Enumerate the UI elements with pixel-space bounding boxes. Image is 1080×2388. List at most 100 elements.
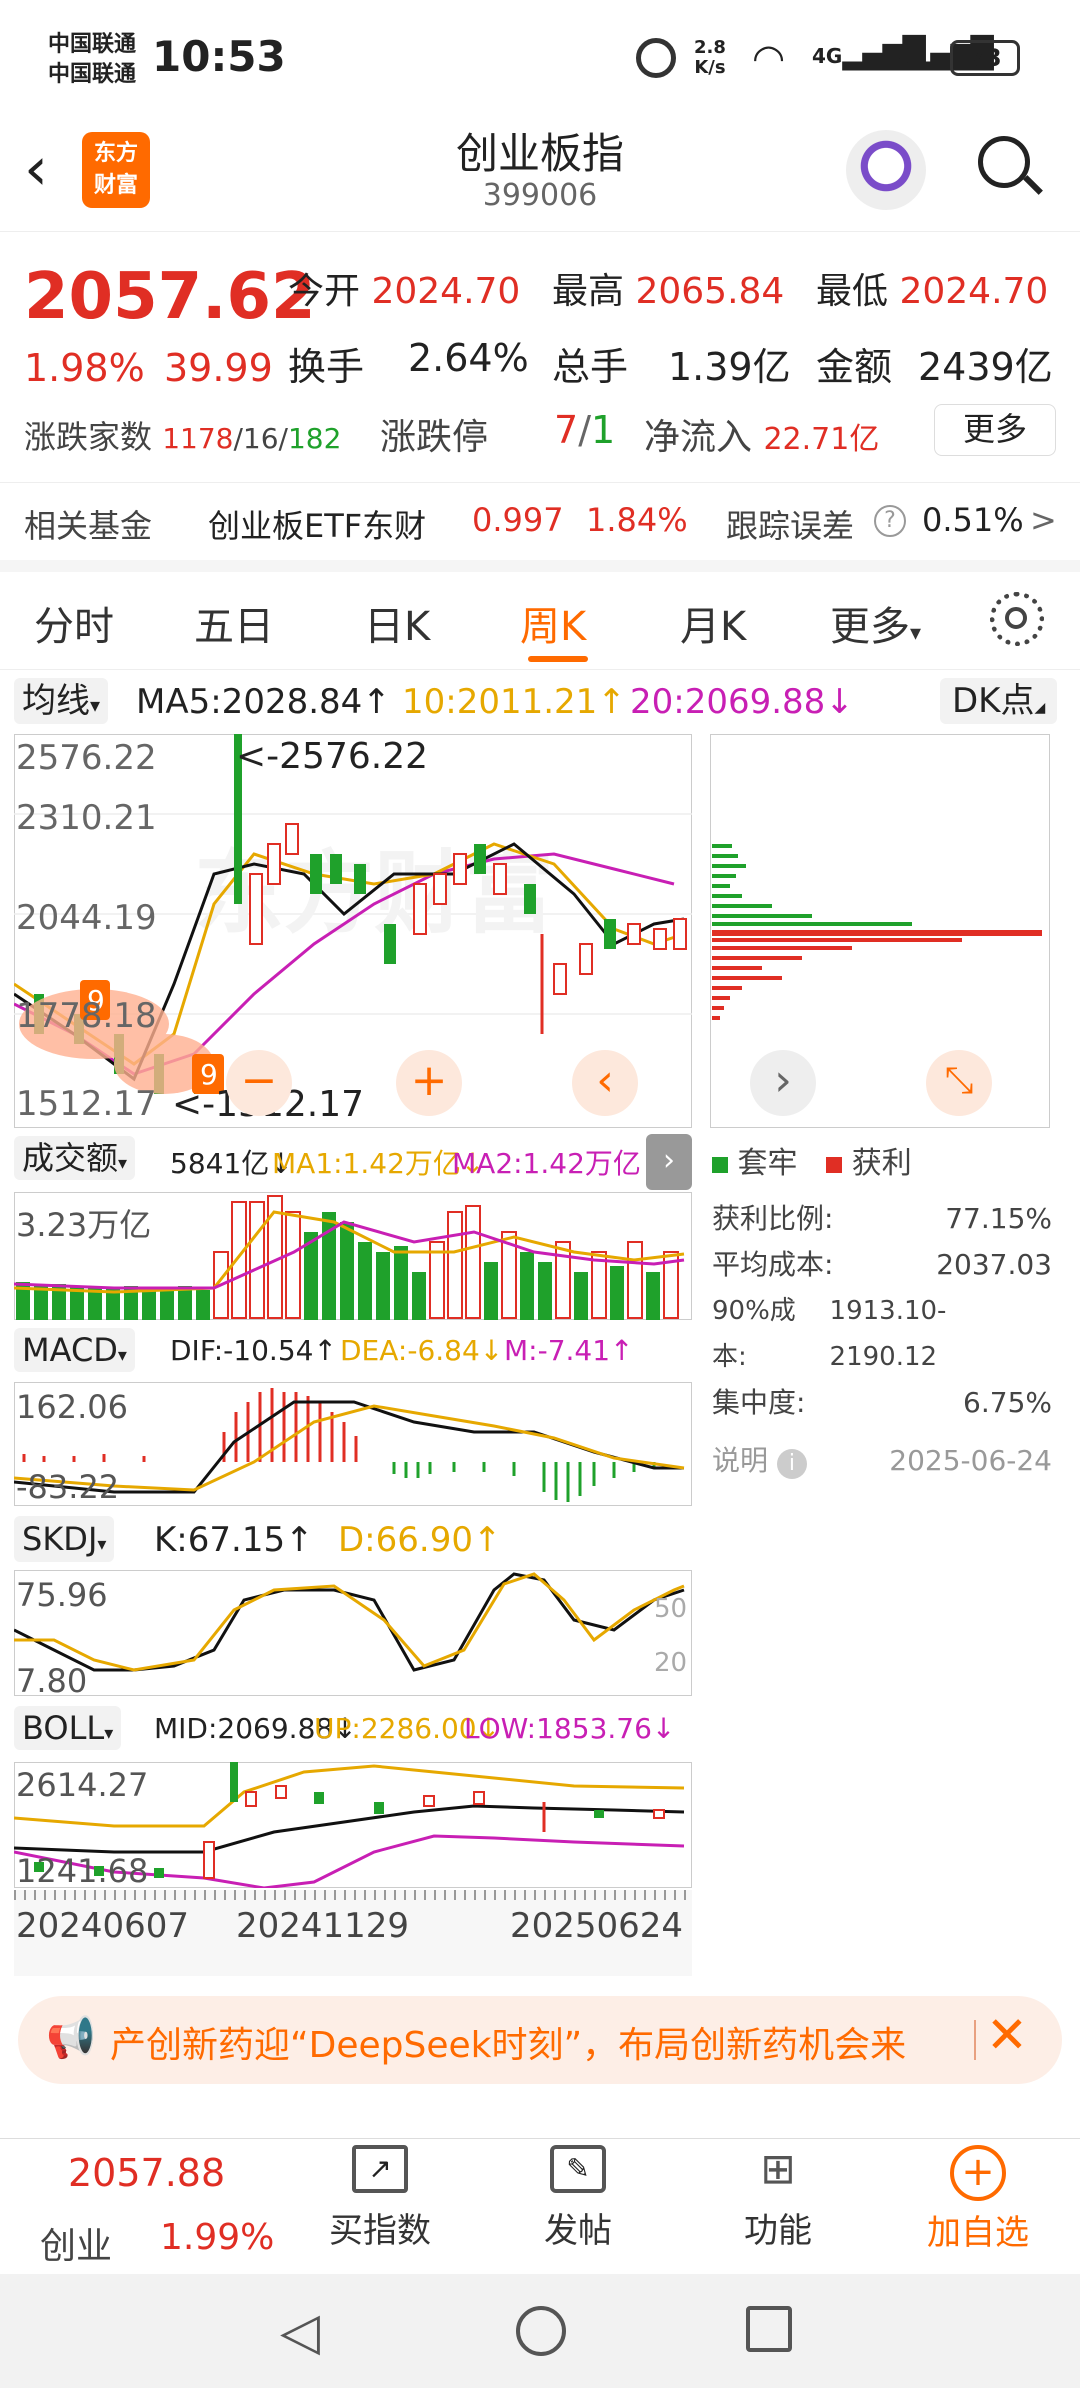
high-marker: <-2576.22 xyxy=(236,736,429,777)
tab-fenshi[interactable]: 分时 xyxy=(34,594,114,652)
y-label-4: 1778.18 xyxy=(16,996,157,1036)
volume-select[interactable]: 成交额▾ xyxy=(14,1136,136,1180)
tab-zhouk[interactable]: 周K xyxy=(520,594,586,652)
low-value: 2024.70 xyxy=(899,271,1049,312)
ma-legend: 均线▾ MA5:2028.84↑ 10:2011.21↑ 20:2069.88↓… xyxy=(0,674,1080,730)
chevron-right-icon: > xyxy=(1030,501,1057,539)
tab-more[interactable]: 更多▾ xyxy=(830,594,921,652)
amount-value: 2439亿 xyxy=(918,345,1053,389)
indicator-select[interactable]: 均线▾ xyxy=(14,678,109,724)
wifi-icon: ◠ xyxy=(752,36,786,80)
help-icon[interactable]: ? xyxy=(874,505,906,537)
change-pct: 1.98% xyxy=(24,346,145,390)
nav-recents-icon[interactable] xyxy=(746,2306,792,2352)
plus-circle-icon: + xyxy=(950,2145,1006,2201)
related-fund-row[interactable]: 相关基金 创业板ETF东财 0.997 1.84% 跟踪误差 ? 0.51% > xyxy=(0,482,1080,572)
carrier-1: 中国联通 xyxy=(48,32,137,57)
tab-active-underline xyxy=(528,656,588,662)
y-label-3: 2044.19 xyxy=(16,898,157,938)
fund-name: 创业板ETF东财 xyxy=(208,507,427,545)
bottom-toolbar: 2057.88 创业 1.99% ↗ 买指数 ✎ 发帖 ⊞ 功能 + 加自选 xyxy=(0,2138,1080,2274)
turnover-value: 2.64% xyxy=(408,336,529,380)
edit-icon: ✎ xyxy=(550,2145,606,2193)
scroll-left-button[interactable]: ‹ xyxy=(572,1050,638,1116)
skdj-svg xyxy=(14,1572,685,1672)
tracking-error: 0.51% xyxy=(922,501,1024,539)
macd-select[interactable]: MACD▾ xyxy=(14,1328,135,1372)
macd-y2: -83.22 xyxy=(16,1468,120,1506)
skdj-ref-20: 20 xyxy=(654,1648,688,1678)
adv-dec-count: 涨跌家数 1178/16/182 xyxy=(24,418,342,456)
header: ‹ 东方 财富 创业板指 399006 xyxy=(0,120,1080,232)
tab-wuri[interactable]: 五日 xyxy=(194,594,274,652)
fund-price: 0.997 xyxy=(472,501,564,539)
high-value: 2065.84 xyxy=(635,271,785,312)
robot-assistant-icon[interactable] xyxy=(846,130,926,210)
x-label-1: 20240607 xyxy=(16,1906,190,1946)
open-value: 2024.70 xyxy=(371,271,521,312)
clock: 10:53 xyxy=(152,32,286,81)
skdj-ref-50: 50 xyxy=(654,1594,688,1624)
nav-home-icon[interactable] xyxy=(516,2306,566,2356)
close-icon[interactable]: ✕ xyxy=(986,2006,1028,2064)
x-axis: 20240607 20241129 20250624 xyxy=(14,1890,692,1976)
skdj-legend: SKDJ▾ K:67.15↑ D:66.90↑ xyxy=(0,1514,700,1566)
nav-back-icon[interactable]: ◁ xyxy=(280,2302,320,2362)
news-banner[interactable]: 📢 产创新药迎“DeepSeek时刻”，布局创新药机会来 ✕ xyxy=(18,1996,1062,2084)
y-label-5: 1512.17 xyxy=(16,1084,157,1124)
x-label-2: 20241129 xyxy=(236,1906,410,1946)
tab-rik[interactable]: 日K xyxy=(364,594,430,652)
functions-button[interactable]: ⊞ 功能 xyxy=(718,2145,838,2252)
zoom-out-button[interactable]: − xyxy=(226,1050,292,1116)
volume-value: 1.39亿 xyxy=(668,345,791,389)
buy-index-button[interactable]: ↗ 买指数 xyxy=(320,2145,440,2252)
carrier-2: 中国联通 xyxy=(48,62,137,87)
boll-y1: 2614.27 xyxy=(16,1766,149,1804)
last-price: 2057.62 xyxy=(24,260,316,334)
chart-up-icon: ↗ xyxy=(352,2145,408,2193)
period-tabs: 分时 五日 日K 周K 月K 更多▾ xyxy=(0,572,1080,670)
expand-icon[interactable]: ⤡ xyxy=(926,1050,992,1116)
net-speed: 2.8 xyxy=(694,37,726,58)
info-icon: i xyxy=(776,1449,807,1479)
skdj-y2: 7.80 xyxy=(16,1662,88,1700)
bottom-name: 创业 xyxy=(40,2226,113,2267)
search-icon[interactable] xyxy=(974,132,1044,202)
x-label-3: 20250624 xyxy=(510,1906,684,1946)
macd-y1: 162.06 xyxy=(16,1388,128,1426)
macd-legend: MACD▾ DIF:-10.54↑ DEA:-6.84↓ M:-7.41↑ xyxy=(0,1326,700,1376)
battery-icon: 73 xyxy=(950,40,1020,76)
y-label-1: 2576.22 xyxy=(16,738,157,778)
limit-count: 涨跌停 xyxy=(380,417,489,458)
volume-y-label: 3.23万亿 xyxy=(16,1206,152,1244)
alarm-icon xyxy=(636,38,676,78)
fund-pct: 1.84% xyxy=(586,501,688,539)
banner-text: 产创新药迎“DeepSeek时刻”，布局创新药机会来 xyxy=(110,2025,907,2066)
bottom-price: 2057.88 xyxy=(68,2151,226,2195)
gear-icon[interactable] xyxy=(990,592,1044,646)
collapse-panel-button[interactable]: › xyxy=(646,1134,692,1190)
more-button[interactable]: 更多 xyxy=(934,404,1056,456)
zoom-in-button[interactable]: + xyxy=(396,1050,462,1116)
bottom-pct: 1.99% xyxy=(160,2217,275,2258)
grid-icon: ⊞ xyxy=(760,2144,796,2193)
chip-stats: 获利比例: 77.15% 平均成本: 2037.03 90%成本: 1913.10-2… xyxy=(712,1202,1052,1479)
boll-y2: 1241.68 xyxy=(16,1852,149,1890)
chip-legend: 套牢 获利 xyxy=(712,1138,912,1182)
net-inflow: 净流入 22.71亿 xyxy=(644,417,880,458)
megaphone-icon: 📢 xyxy=(46,2015,96,2061)
skdj-select[interactable]: SKDJ▾ xyxy=(14,1516,115,1562)
post-button[interactable]: ✎ 发帖 xyxy=(518,2145,638,2252)
quote-panel: 2057.62 1.98% 39.99 今开 2024.70 最高 2065.8… xyxy=(0,236,1080,468)
status-bar: 中国联通 中国联通 10:53 2.8 K/s ◠ 4G▂▄▆█ 4G▂▄▆█ … xyxy=(0,0,1080,120)
change-value: 39.99 xyxy=(164,346,273,390)
boll-select[interactable]: BOLL▾ xyxy=(14,1706,122,1750)
dk-point-button[interactable]: DK点◢ xyxy=(940,678,1058,724)
skdj-y1: 75.96 xyxy=(16,1576,108,1614)
system-nav-bar: ◁ xyxy=(0,2274,1080,2388)
tab-yuek[interactable]: 月K xyxy=(680,594,746,652)
chip-prev-button[interactable]: › xyxy=(750,1050,816,1116)
volume-legend: 成交额▾ 5841亿↓ MA1:1.42万亿↓ MA2:1.42万亿↓ › xyxy=(0,1134,700,1190)
y-label-2: 2310.21 xyxy=(16,798,157,838)
add-watchlist-button[interactable]: + 加自选 xyxy=(918,2145,1038,2254)
